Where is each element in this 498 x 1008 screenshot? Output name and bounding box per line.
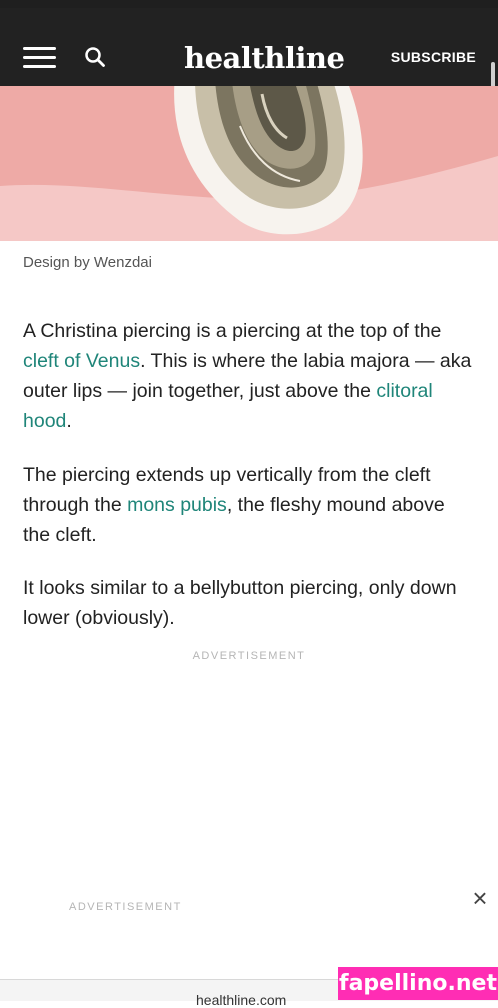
close-icon[interactable]: ×	[469, 885, 491, 911]
browser-url[interactable]: healthline.com	[196, 992, 286, 1008]
watermark: fapellino.net	[338, 967, 498, 1000]
paragraph-text: A Christina piercing is a piercing at th…	[23, 320, 442, 342]
status-bar	[0, 0, 498, 8]
advertisement-label: ADVERTISEMENT	[69, 901, 182, 913]
paragraph-text: .	[66, 410, 72, 432]
oyster-illustration	[0, 86, 498, 235]
search-icon[interactable]	[84, 46, 106, 68]
article-paragraph: A Christina piercing is a piercing at th…	[23, 316, 475, 436]
link-cleft-of-venus[interactable]: cleft of Venus	[23, 350, 140, 372]
advertisement-label: ADVERTISEMENT	[192, 650, 306, 662]
subscribe-button[interactable]: SUBSCRIBE	[391, 49, 476, 65]
link-mons-pubis[interactable]: mons pubis	[127, 494, 227, 516]
site-header: healthline SUBSCRIBE	[0, 8, 498, 86]
article-paragraph: The piercing extends up vertically from …	[23, 460, 475, 550]
paragraph-text: It looks similar to a bellybutton pierci…	[23, 577, 457, 629]
article-paragraph: It looks similar to a bellybutton pierci…	[23, 573, 475, 633]
site-logo[interactable]: healthline	[184, 42, 345, 74]
hero-image	[0, 86, 498, 241]
hamburger-menu-icon[interactable]	[23, 46, 56, 68]
advertisement-slot[interactable]	[62, 670, 378, 890]
image-caption: Design by Wenzdai	[23, 254, 152, 271]
